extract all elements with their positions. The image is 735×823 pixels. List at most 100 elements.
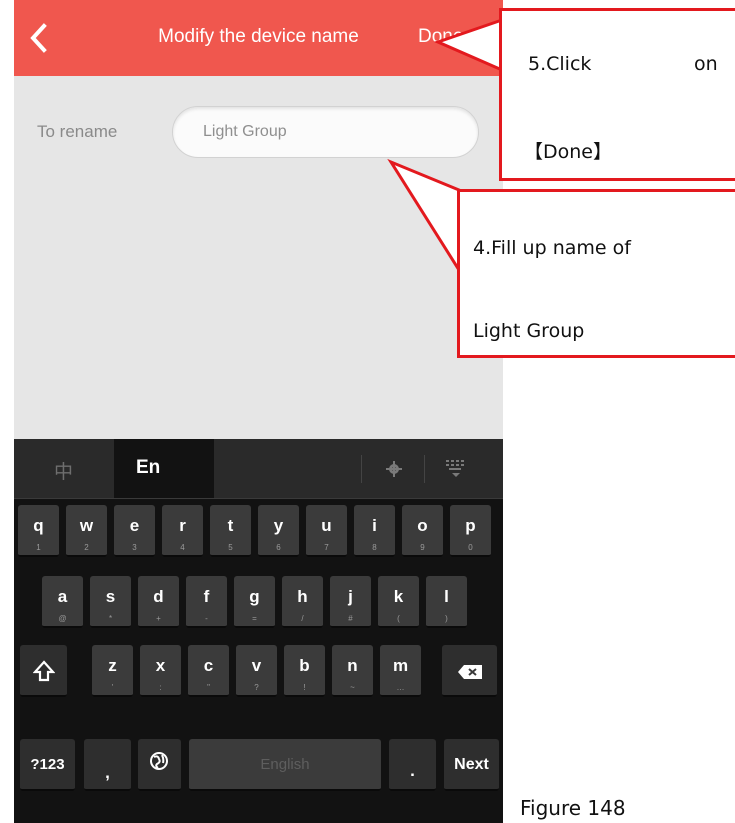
key-secondary-label: 5 — [228, 543, 233, 552]
globe-key[interactable] — [138, 739, 181, 791]
key-secondary-label: / — [301, 614, 304, 623]
key-label: d — [153, 587, 164, 606]
key-x[interactable]: x: — [140, 645, 181, 697]
toolbar-divider — [424, 455, 425, 483]
key-secondary-label: @ — [58, 614, 67, 623]
key-secondary-label: ! — [303, 683, 306, 692]
callout-name-line1: 4.Fill up name of — [473, 237, 631, 259]
key-r[interactable]: r4 — [162, 505, 203, 557]
key-c[interactable]: c " — [188, 645, 229, 697]
lang-chinese-tab[interactable]: 中 — [54, 457, 73, 484]
key-label: k — [393, 587, 404, 606]
key-label: o — [417, 516, 428, 535]
key-label: m — [392, 656, 409, 675]
soft-keyboard: 中 En q1w2e3r4t5y6u7i8o9p0 a @ s * d + f - g = h / j #… — [14, 439, 503, 823]
key-y[interactable]: y6 — [258, 505, 299, 557]
key-secondary-label: 6 — [276, 543, 281, 552]
key-label: j — [348, 587, 353, 606]
key-label: t — [227, 516, 234, 535]
key-label: a — [57, 587, 68, 606]
period-key-label: . — [410, 761, 415, 780]
key-label: i — [372, 516, 377, 535]
callout-done-line1: 5.Click — [528, 53, 592, 75]
key-label: w — [79, 516, 94, 535]
key-secondary-label: ( — [397, 614, 400, 623]
phone-screen: Modify the device name Done To rename 中 … — [14, 0, 503, 823]
key-m[interactable]: m… — [380, 645, 421, 697]
rename-label: To rename — [37, 122, 118, 141]
globe-icon — [150, 752, 168, 770]
key-j[interactable]: j # — [330, 576, 371, 628]
key-secondary-label: 0 — [468, 543, 473, 552]
callout-done-line1b: on — [694, 53, 718, 75]
key-secondary-label: 3 — [132, 543, 137, 552]
symbols-key-label: ?123 — [30, 756, 65, 773]
symbols-key[interactable]: ?123 — [20, 739, 75, 791]
next-key[interactable]: Next — [444, 739, 499, 791]
key-secondary-label: 8 — [372, 543, 377, 552]
callout-name: 4.Fill up name of Light Group — [457, 189, 735, 358]
key-secondary-label: ' — [111, 683, 114, 692]
key-secondary-label: ~ — [350, 683, 355, 692]
callout-done: 5.Click on 【Done】 — [499, 8, 735, 181]
key-label: s — [105, 587, 116, 606]
lang-english-tab[interactable]: En — [136, 457, 160, 479]
key-g[interactable]: g = — [234, 576, 275, 628]
key-a[interactable]: a @ — [42, 576, 83, 628]
key-label: b — [299, 656, 310, 675]
comma-key[interactable]: , — [84, 739, 131, 791]
callout-arrow-done — [433, 17, 508, 73]
shift-key[interactable] — [20, 645, 67, 697]
period-key[interactable]: . — [389, 739, 436, 791]
key-w[interactable]: w2 — [66, 505, 107, 557]
key-label: r — [179, 516, 186, 535]
keyboard-hide-icon[interactable] — [445, 459, 467, 479]
lang-english-tab-bg[interactable] — [114, 439, 214, 498]
figure-caption: Figure 148 — [520, 796, 626, 820]
space-key[interactable]: English — [189, 739, 381, 791]
key-s[interactable]: s * — [90, 576, 131, 628]
callout-done-line2: 【Done】 — [524, 141, 612, 163]
space-key-label: English — [260, 756, 310, 773]
key-secondary-label: * — [108, 614, 113, 623]
key-z[interactable]: z ' — [92, 645, 133, 697]
callout-name-line2: Light Group — [473, 320, 585, 342]
key-i[interactable]: i8 — [354, 505, 395, 557]
key-secondary-label: ? — [254, 683, 259, 692]
key-f[interactable]: f- — [186, 576, 227, 628]
key-label: z — [108, 656, 117, 675]
keyboard-toolbar: 中 En — [14, 439, 503, 499]
key-q[interactable]: q1 — [18, 505, 59, 557]
key-p[interactable]: p0 — [450, 505, 491, 557]
key-label: e — [129, 516, 140, 535]
key-label: y — [273, 516, 284, 535]
key-secondary-label: 4 — [180, 543, 185, 552]
key-secondary-label: 2 — [84, 543, 89, 552]
key-u[interactable]: u7 — [306, 505, 347, 557]
key-e[interactable]: e3 — [114, 505, 155, 557]
key-label: c — [203, 656, 214, 675]
key-k[interactable]: k( — [378, 576, 419, 628]
key-label: v — [251, 656, 262, 675]
next-key-label: Next — [454, 756, 489, 773]
backspace-key[interactable] — [442, 645, 497, 697]
key-v[interactable]: v? — [236, 645, 277, 697]
key-d[interactable]: d + — [138, 576, 179, 628]
key-secondary-label: = — [252, 614, 257, 623]
key-secondary-label: # — [348, 614, 353, 623]
key-label: p — [465, 516, 476, 535]
gear-icon[interactable] — [386, 461, 402, 477]
key-label: n — [347, 656, 358, 675]
key-o[interactable]: o9 — [402, 505, 443, 557]
key-secondary-label: : — [159, 683, 162, 692]
key-label: h — [297, 587, 308, 606]
key-t[interactable]: t5 — [210, 505, 251, 557]
key-n[interactable]: n ~ — [332, 645, 373, 697]
key-b[interactable]: b! — [284, 645, 325, 697]
key-secondary-label: 7 — [324, 543, 329, 552]
key-h[interactable]: h / — [282, 576, 323, 628]
key-secondary-label: 9 — [420, 543, 425, 552]
key-l[interactable]: l) — [426, 576, 467, 628]
key-label: q — [33, 516, 44, 535]
key-secondary-label: " — [207, 683, 210, 692]
